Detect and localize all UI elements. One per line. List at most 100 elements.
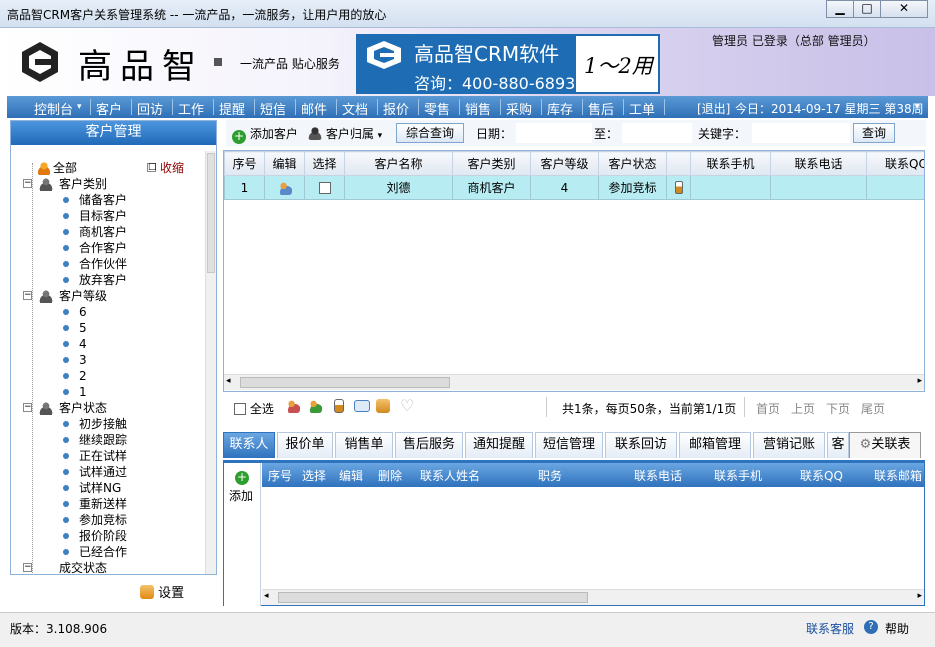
menu-workorder[interactable]: 工单 — [629, 99, 655, 118]
menu-email[interactable]: 邮件 — [301, 99, 327, 118]
assign-icon[interactable] — [376, 399, 390, 413]
start-date-input[interactable] — [516, 123, 592, 143]
search-button[interactable]: 查询 — [853, 123, 895, 143]
tab-notifications[interactable]: 通知提醒 — [465, 432, 533, 458]
edit-user-icon[interactable] — [277, 180, 292, 195]
add-customer-button[interactable]: + 添加客户 — [232, 125, 298, 144]
tree-scrollbar[interactable] — [205, 151, 216, 574]
column-header[interactable]: 联系QQ — [800, 467, 843, 484]
transfer-users-icon[interactable] — [308, 399, 322, 413]
menu-inventory[interactable]: 库存 — [547, 99, 573, 118]
prev-page-link[interactable]: 上页 — [791, 400, 815, 417]
chevron-down-icon[interactable]: ▾ — [915, 102, 920, 112]
menu-dashboard[interactable]: 控制台 — [34, 99, 73, 118]
favorite-heart-icon[interactable]: ♡ — [400, 396, 414, 415]
logout-link[interactable]: [退出] — [697, 100, 730, 117]
column-header[interactable]: 客户名称 — [344, 151, 453, 176]
tab-contacts[interactable]: 联系人 — [223, 432, 275, 458]
column-header[interactable]: 客户类别 — [452, 151, 531, 176]
column-header[interactable]: 联系手机 — [714, 467, 762, 484]
tab-sms[interactable]: 短信管理 — [535, 432, 603, 458]
column-header[interactable]: 联系QQ — [866, 151, 924, 176]
table-row[interactable]: 1 刘德 商机客户 4 参加竞标 — [224, 175, 924, 200]
contacts-horizontal-scrollbar[interactable]: ◂ ▸ — [262, 589, 924, 605]
keyword-label: 关键字： — [698, 127, 747, 141]
column-header[interactable]: 联系人姓名 — [420, 467, 480, 484]
column-header[interactable]: 联系电话 — [634, 467, 682, 484]
add-icon[interactable]: + — [235, 471, 249, 485]
column-header[interactable]: 联系邮箱 — [874, 467, 924, 484]
advanced-search-button[interactable]: 综合查询 — [396, 123, 464, 143]
grid-horizontal-scrollbar[interactable]: ◂ ▸ — [224, 374, 924, 390]
end-date-input[interactable] — [622, 123, 692, 143]
column-header[interactable] — [666, 151, 691, 176]
settings-button[interactable]: 设置 — [140, 582, 184, 601]
tab-after-sales[interactable]: 售后服务 — [395, 432, 463, 458]
help-link[interactable]: 帮助 — [885, 620, 909, 637]
menu-sales[interactable]: 销售 — [465, 99, 491, 118]
delete-users-icon[interactable] — [286, 399, 300, 413]
select-all[interactable]: 全选 — [234, 400, 274, 417]
row-checkbox[interactable] — [318, 181, 331, 194]
contact-service-link[interactable]: 联系客服 — [806, 620, 854, 637]
scroll-left-icon[interactable]: ◂ — [226, 376, 231, 386]
select-all-checkbox[interactable] — [234, 403, 246, 415]
scroll-thumb[interactable] — [207, 153, 215, 273]
bullet-icon — [63, 485, 69, 491]
column-header[interactable]: 选择 — [304, 151, 345, 176]
advertisement[interactable]: 高品智CRM软件 咨询：400-880-6893 1～2用 — [356, 34, 660, 94]
scroll-thumb[interactable] — [278, 592, 588, 603]
next-page-link[interactable]: 下页 — [826, 400, 850, 417]
customer-toolbar: + 添加客户 客户归属 ▾ 综合查询 日期： 至： 关键字： 查询 — [226, 120, 926, 146]
menu-aftersales[interactable]: 售后 — [588, 99, 614, 118]
tab-revisits[interactable]: 联系回访 — [605, 432, 677, 458]
close-button[interactable]: ✕ — [880, 0, 928, 18]
tab-marketing[interactable]: 营销记账 — [753, 432, 825, 458]
close-related-button[interactable]: ⚙关联表 — [849, 432, 921, 458]
scroll-right-icon[interactable]: ▸ — [917, 591, 922, 601]
column-header[interactable]: 联系电话 — [770, 151, 867, 176]
column-header[interactable]: 序号 — [268, 467, 292, 484]
menu-revisit[interactable]: 回访 — [137, 99, 163, 118]
last-page-link[interactable]: 尾页 — [861, 400, 885, 417]
tab-sales-orders[interactable]: 销售单 — [335, 432, 393, 458]
customer-assign-button[interactable]: 客户归属 ▾ — [308, 125, 382, 142]
column-header[interactable]: 选择 — [302, 467, 326, 484]
minimize-button[interactable]: ▁ — [826, 0, 854, 18]
column-header[interactable]: 序号 — [224, 151, 265, 176]
mobile-phone-icon[interactable] — [674, 180, 683, 194]
scroll-thumb[interactable] — [240, 377, 450, 388]
menu-documents[interactable]: 文档 — [342, 99, 368, 118]
scroll-left-icon[interactable]: ◂ — [264, 591, 269, 601]
menu-quote[interactable]: 报价 — [383, 99, 409, 118]
scroll-right-icon[interactable]: ▸ — [917, 376, 922, 386]
column-header[interactable]: 职务 — [538, 467, 562, 484]
maximize-button[interactable]: □ — [853, 0, 881, 18]
select-cell[interactable] — [304, 175, 345, 200]
column-header[interactable]: 客户等级 — [530, 151, 599, 176]
help-icon[interactable]: ? — [864, 620, 878, 634]
keyword-input[interactable] — [752, 123, 850, 143]
column-header[interactable]: 删除 — [378, 467, 402, 484]
add-contact-button[interactable]: 添加 — [229, 487, 253, 504]
column-header[interactable]: 客户状态 — [598, 151, 667, 176]
column-header[interactable]: 编辑 — [339, 467, 363, 484]
menu-retail[interactable]: 零售 — [424, 99, 450, 118]
column-header[interactable]: 联系手机 — [690, 151, 771, 176]
tab-truncated[interactable]: 客 — [827, 432, 849, 458]
menu-customer[interactable]: 客户 — [96, 99, 122, 118]
first-page-link[interactable]: 首页 — [756, 400, 780, 417]
menu-work[interactable]: 工作 — [178, 99, 204, 118]
tab-quotes[interactable]: 报价单 — [277, 432, 333, 458]
mobile-icon-cell[interactable] — [666, 175, 691, 200]
menu-purchase[interactable]: 采购 — [506, 99, 532, 118]
column-header[interactable]: 编辑 — [264, 151, 305, 176]
email-icon[interactable] — [354, 400, 370, 412]
edit-cell[interactable] — [264, 175, 305, 200]
tab-mailbox[interactable]: 邮箱管理 — [679, 432, 751, 458]
sms-icon[interactable] — [334, 399, 344, 413]
menu-reminder[interactable]: 提醒 — [219, 99, 245, 118]
menu-sms[interactable]: 短信 — [260, 99, 286, 118]
chevron-down-icon[interactable]: ▾ — [77, 102, 82, 112]
bullet-icon — [63, 373, 69, 379]
